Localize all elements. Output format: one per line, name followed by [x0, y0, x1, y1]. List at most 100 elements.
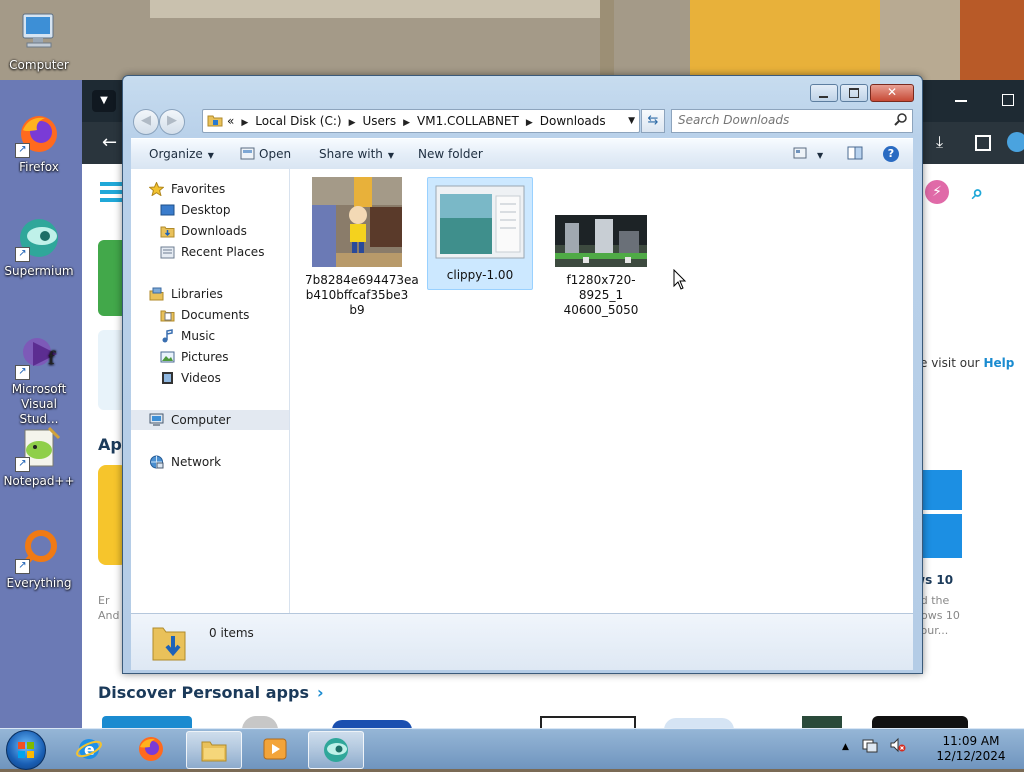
sidebar-icon[interactable] — [975, 135, 991, 151]
download-icon[interactable]: ⤓ — [936, 132, 943, 152]
file-name: f1280x720-8925_1 40600_5050 — [563, 273, 639, 317]
view-options-button[interactable]: ▼ — [793, 139, 823, 169]
help-link[interactable]: Help — [983, 356, 1014, 370]
breadcrumb-item[interactable]: Local Disk (C:) — [255, 114, 341, 128]
breadcrumb-item[interactable]: Users — [362, 114, 396, 128]
share-with-button[interactable]: Share with ▼ — [319, 139, 394, 169]
desktop-icon — [160, 204, 175, 216]
close-button[interactable]: ✕ — [870, 84, 914, 102]
system-tray: ▲ — [842, 737, 906, 753]
search-icon[interactable] — [894, 112, 908, 126]
image-thumbnail — [555, 215, 647, 267]
desktop-icon-computer[interactable]: Computer — [1, 8, 77, 73]
search-input[interactable] — [678, 113, 888, 127]
back-button[interactable]: ◀ — [133, 109, 159, 135]
chevron-down-icon[interactable]: ▼ — [92, 90, 116, 112]
profile-icon[interactable] — [1007, 132, 1024, 152]
clock-date: 12/12/2024 — [936, 749, 1006, 763]
music-icon — [162, 329, 173, 343]
details-pane: 0 items — [131, 613, 913, 670]
breadcrumb: «▶ Local Disk (C:) ▶ Users ▶ VM1.COLLABNET ▶ Do… — [227, 114, 606, 128]
everything-icon: ↗ — [15, 526, 63, 574]
chevron-down-icon: ▼ — [817, 151, 824, 160]
nav-network[interactable]: Network — [131, 452, 289, 472]
desktop-icon-firefox[interactable]: ↗ Firefox — [1, 110, 77, 175]
media-player-icon — [263, 738, 287, 760]
taskbar-internet-explorer[interactable]: e — [62, 731, 116, 767]
visual-studio-icon: f ↗ — [15, 332, 63, 380]
desktop-icon-supermium[interactable]: ↗ Supermium — [1, 214, 77, 279]
breadcrumb-item[interactable]: Downloads — [540, 114, 606, 128]
chevron-down-icon: ▼ — [207, 151, 214, 160]
forward-button[interactable]: ▶ — [159, 109, 185, 135]
taskbar: e ▲ 11:09 AM 12/12/2024 — [0, 728, 1024, 770]
desktop-icon-label: Computer — [9, 58, 69, 72]
folder-icon — [207, 115, 223, 127]
desktop-icon-label: Microsoft Visual Stud... — [11, 382, 67, 426]
clock-time: 11:09 AM — [942, 734, 1000, 748]
desktop-icon-label: Firefox — [19, 160, 59, 174]
minimize-button[interactable] — [810, 84, 838, 102]
file-list[interactable]: 7b8284e694473ea b410bffcaf35be3 b9 clipp… — [291, 169, 913, 613]
navigation-pane[interactable]: Favorites Desktop Downloads Recent Place… — [131, 169, 290, 613]
chevron-down-icon[interactable]: ▼ — [628, 110, 635, 132]
help-button[interactable]: ? — [883, 139, 899, 169]
taskbar-supermium[interactable] — [308, 731, 364, 769]
lightning-icon[interactable]: ⚡ — [925, 180, 949, 204]
taskbar-media-player[interactable] — [248, 731, 302, 767]
organize-button[interactable]: Organize ▼ — [149, 139, 214, 169]
windows-logo-icon — [18, 742, 34, 758]
desktop-icon-everything[interactable]: ↗ Everything — [1, 526, 77, 591]
file-name: 7b8284e694473ea b410bffcaf35be3 b9 — [305, 273, 419, 317]
maximize-button[interactable] — [840, 84, 868, 102]
preview-pane-button[interactable] — [847, 139, 863, 169]
minimize-icon — [819, 96, 828, 98]
file-item[interactable]: 7b8284e694473ea b410bffcaf35be3 b9 — [305, 177, 419, 318]
view-icon — [793, 147, 807, 159]
back-arrow-icon: ◀ — [141, 113, 151, 128]
desktop-icon-notepadplusplus[interactable]: ↗ Notepad++ — [1, 424, 77, 489]
taskbar-firefox[interactable] — [124, 731, 178, 767]
start-button[interactable] — [6, 730, 46, 770]
search-box[interactable] — [671, 109, 913, 133]
windows-logo-icon — [920, 470, 962, 558]
nav-favorites[interactable]: Favorites — [131, 179, 289, 199]
file-item[interactable]: f1280x720-8925_1 40600_5050 — [549, 215, 653, 318]
breadcrumb-item[interactable]: VM1.COLLABNET — [417, 114, 519, 128]
maximize-icon[interactable] — [1002, 94, 1014, 106]
internet-explorer-icon: e — [76, 739, 102, 759]
minimize-icon[interactable] — [955, 100, 967, 102]
breadcrumb-overflow[interactable]: « — [227, 114, 234, 128]
desktop-icon-visual-studio[interactable]: f ↗ Microsoft Visual Stud... — [1, 332, 77, 427]
nav-videos[interactable]: Videos — [131, 368, 289, 388]
open-button[interactable]: Open — [240, 139, 291, 169]
show-hidden-icons-button[interactable]: ▲ — [842, 742, 849, 752]
screenshot-thumbnail — [434, 182, 526, 262]
clock[interactable]: 11:09 AM 12/12/2024 — [935, 734, 1007, 764]
nav-downloads[interactable]: Downloads — [131, 221, 289, 241]
desktop-icon-label: Notepad++ — [3, 474, 75, 488]
new-folder-button[interactable]: New folder — [418, 139, 483, 169]
nav-pictures[interactable]: Pictures — [131, 347, 289, 367]
back-arrow-icon[interactable]: ← — [102, 132, 117, 153]
maximize-icon — [849, 88, 859, 98]
nav-documents[interactable]: Documents — [131, 305, 289, 325]
nav-music[interactable]: Music — [131, 326, 289, 346]
nav-computer[interactable]: Computer — [131, 410, 289, 430]
file-explorer-window[interactable]: ✕ ◀ ▶ «▶ Local Disk (C:) ▶ Users ▶ VM1.COLLAB… — [122, 75, 923, 674]
file-explorer-icon — [201, 741, 227, 762]
close-icon: ✕ — [886, 85, 898, 99]
address-bar[interactable]: «▶ Local Disk (C:) ▶ Users ▶ VM1.COLLABNET ▶ Do… — [202, 109, 640, 133]
file-name: clippy-1.00 — [446, 268, 514, 282]
nav-recent-places[interactable]: Recent Places — [131, 242, 289, 262]
nav-desktop[interactable]: Desktop — [131, 200, 289, 220]
discover-heading[interactable]: Discover Personal apps › — [98, 683, 324, 702]
taskbar-file-explorer[interactable] — [186, 731, 242, 769]
action-center-icon[interactable] — [862, 737, 878, 753]
history-buttons: ◀ ▶ — [131, 108, 187, 135]
refresh-button[interactable]: ⇆ — [641, 109, 665, 133]
search-icon[interactable]: ⌕ — [972, 180, 983, 204]
file-item-selected[interactable]: clippy-1.00 — [427, 177, 533, 290]
nav-libraries[interactable]: Libraries — [131, 284, 289, 304]
volume-muted-icon[interactable] — [890, 737, 906, 753]
